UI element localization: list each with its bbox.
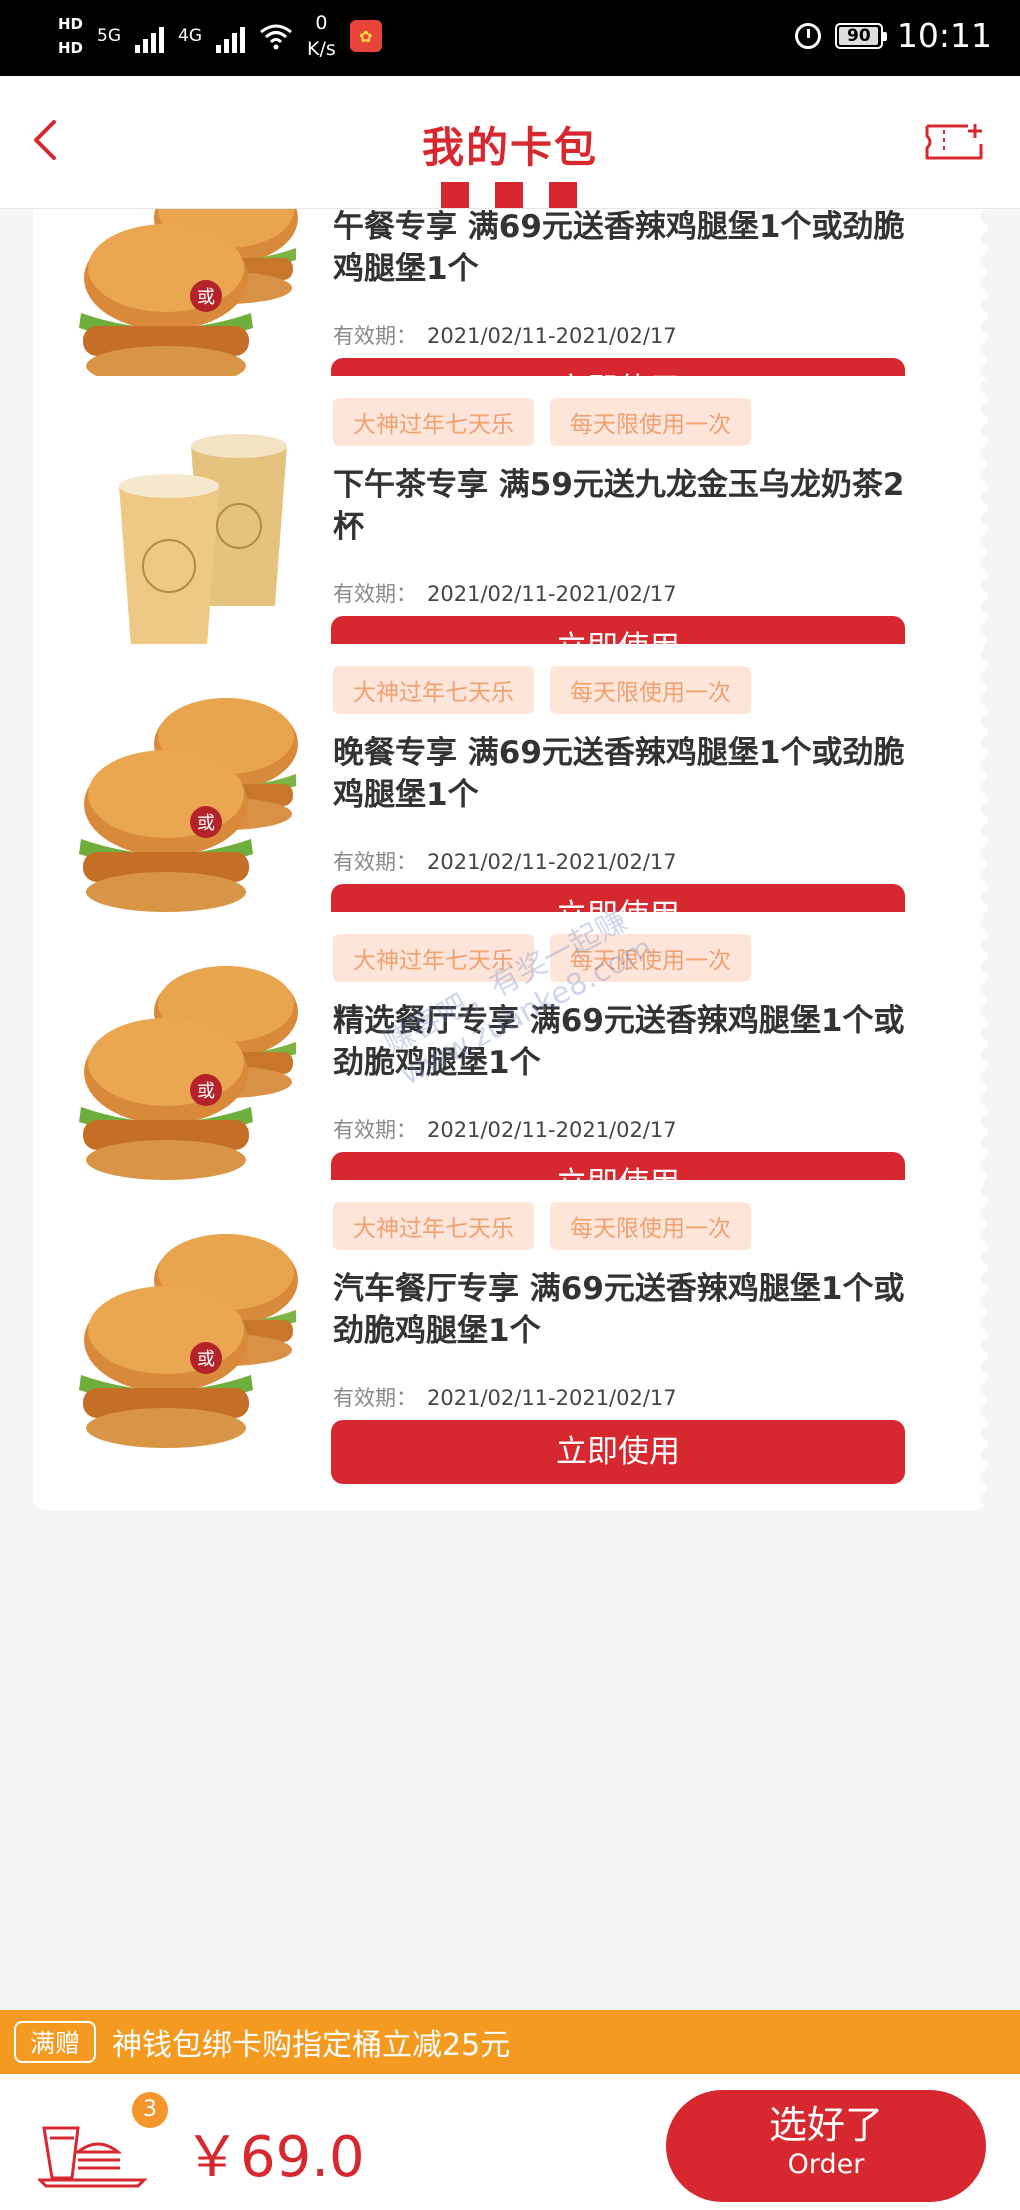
page-title: 我的卡包 [421, 123, 598, 172]
hd-label-1: HD [58, 15, 84, 33]
validity-label: 有效期： [333, 850, 417, 874]
coupon-tag: 每天限使用一次 [550, 934, 751, 982]
coupon-validity: 有效期： 2021/02/11-2021/02/17 [333, 1114, 677, 1144]
burger-image: 或 [61, 1210, 311, 1470]
milk-tea-image [61, 406, 311, 666]
clock: 10:11 [896, 16, 992, 55]
order-button[interactable]: 选好了 Order [666, 2090, 986, 2202]
coupon-title: 下午茶专享 满59元送九龙金玉乌龙奶茶2杯 [333, 467, 905, 545]
battery-level: 90 [847, 25, 871, 46]
use-now-button[interactable]: 立即使用 [331, 1420, 905, 1484]
burger-front [79, 750, 253, 912]
battery-icon: 90 [834, 22, 887, 49]
add-coupon-icon[interactable] [924, 122, 984, 162]
status-right: 90 10:11 [794, 16, 992, 55]
brand-stripes [441, 182, 577, 208]
coupon-tags: 大神过年七天乐 每天限使用一次 [333, 934, 751, 982]
burger-image: 或 [61, 942, 311, 1202]
validity-dates: 2021/02/11-2021/02/17 [427, 324, 677, 348]
coupon-tags: 大神过年七天乐 每天限使用一次 [333, 666, 751, 714]
speed-value: 0 [315, 12, 328, 34]
coupon-tags: 大神过年七天乐 每天限使用一次 [333, 398, 751, 446]
coupon-validity: 有效期： 2021/02/11-2021/02/17 [333, 1382, 677, 1412]
promo-banner[interactable]: 满赠 神钱包绑卡购指定桶立减25元 [0, 2010, 1020, 2074]
network-speed: 0 K/s [307, 10, 336, 62]
or-label: 或 [197, 1349, 215, 1370]
order-label-zh: 选好了 [768, 2103, 883, 2147]
order-label-en: Order [787, 2149, 865, 2180]
or-label: 或 [197, 287, 215, 308]
wifi-icon [260, 24, 292, 50]
coupon-tag: 大神过年七天乐 [333, 398, 534, 446]
cart-count-badge: 3 [132, 2092, 168, 2128]
validity-label: 有效期： [333, 1118, 417, 1142]
hd-label-2: HD [58, 39, 84, 57]
coupon-tag: 大神过年七天乐 [333, 1202, 534, 1250]
hd-indicator: HD HD [58, 12, 83, 60]
burger-image: 或 [61, 674, 311, 934]
coupon-card: 或 大神过年七天乐 每天限使用一次 汽车餐厅专享 满69元送香辣鸡腿堡1个或劲脆鸡… [33, 1180, 987, 1510]
coupon-tag: 大神过年七天乐 [333, 934, 534, 982]
coupon-list[interactable]: 或 大神过年七天乐每天限使用一次 午餐专享 满69元送香辣鸡腿堡1个或劲脆鸡腿堡… [0, 208, 1020, 2010]
signal-icon [216, 19, 246, 53]
network-5g-label: 5G [97, 26, 122, 46]
burger-front [79, 1018, 253, 1180]
notification-app-icon: ✿ [349, 20, 382, 52]
signal-icon [135, 19, 165, 53]
total-price: ￥69.0 [184, 2125, 365, 2190]
app-header: 我的卡包 [0, 76, 1020, 209]
perforated-edge [973, 1180, 987, 1510]
coupon-tag: 每天限使用一次 [550, 1202, 751, 1250]
alarm-icon [794, 22, 821, 49]
coupon-validity: 有效期： 2021/02/11-2021/02/17 [333, 320, 677, 350]
validity-dates: 2021/02/11-2021/02/17 [427, 850, 677, 874]
or-label: 或 [197, 813, 215, 834]
promo-badge: 满赠 [14, 2021, 97, 2063]
coupon-tag: 每天限使用一次 [550, 398, 751, 446]
coupon-tags: 大神过年七天乐 每天限使用一次 [333, 1202, 751, 1250]
burger-front [79, 224, 253, 386]
validity-label: 有效期： [333, 582, 417, 606]
coupon-title: 午餐专享 满69元送香辣鸡腿堡1个或劲脆鸡腿堡1个 [333, 209, 905, 287]
coupon-title: 精选餐厅专享 满69元送香辣鸡腿堡1个或劲脆鸡腿堡1个 [333, 1003, 905, 1081]
burger-front [79, 1286, 253, 1448]
validity-dates: 2021/02/11-2021/02/17 [427, 1386, 677, 1410]
checkout-bar: 3 ￥69.0 选好了 Order [0, 2074, 1020, 2210]
coupon-validity: 有效期： 2021/02/11-2021/02/17 [333, 578, 677, 608]
validity-label: 有效期： [333, 1386, 417, 1410]
coupon-tag: 大神过年七天乐 [333, 666, 534, 714]
speed-unit: K/s [307, 38, 336, 60]
promo-text: 神钱包绑卡购指定桶立减25元 [112, 2028, 511, 2063]
validity-label: 有效期： [333, 324, 417, 348]
or-label: 或 [197, 1081, 215, 1102]
status-bar: HD HD 5G 4G 0 K/s ✿ 90 10:11 [0, 0, 1020, 76]
validity-dates: 2021/02/11-2021/02/17 [427, 582, 677, 606]
coupon-title: 汽车餐厅专享 满69元送香辣鸡腿堡1个或劲脆鸡腿堡1个 [333, 1271, 905, 1349]
network-4g-label: 4G [178, 26, 203, 46]
coupon-title: 晚餐专享 满69元送香辣鸡腿堡1个或劲脆鸡腿堡1个 [333, 735, 905, 813]
food-tray-icon[interactable] [38, 2108, 148, 2188]
status-left: HD HD 5G 4G 0 K/s ✿ [58, 10, 382, 62]
coupon-validity: 有效期： 2021/02/11-2021/02/17 [333, 846, 677, 876]
coupon-tag: 每天限使用一次 [550, 666, 751, 714]
validity-dates: 2021/02/11-2021/02/17 [427, 1118, 677, 1142]
